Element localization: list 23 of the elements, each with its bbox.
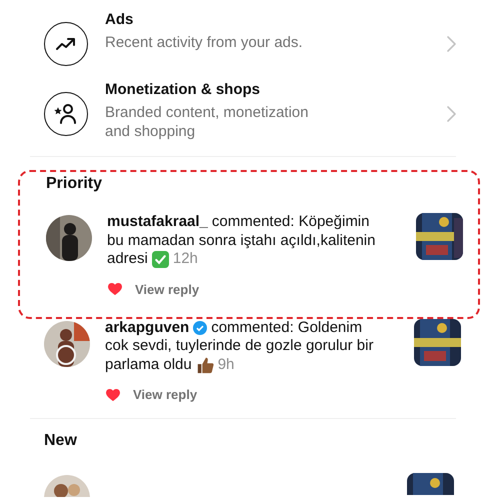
comment-text: cok sevdi, tuylerinde de gozle gorulur bir — [105, 337, 374, 356]
heart-icon[interactable] — [106, 388, 120, 400]
comment-text: commented: Köpeğimin — [212, 213, 370, 232]
person-star-icon — [53, 102, 79, 126]
menu-subtitle: Recent activity from your ads. — [105, 33, 304, 52]
menu-subtitle: Branded content, monetization and shopping — [105, 103, 310, 141]
view-reply-link[interactable]: View reply — [135, 282, 200, 296]
section-heading: New — [44, 431, 78, 451]
comment-text: adresi — [107, 250, 148, 268]
username[interactable]: arkapguven — [105, 318, 190, 337]
heart-icon[interactable] — [108, 283, 122, 295]
comment-text: parlama oldu — [105, 356, 192, 374]
view-reply-link[interactable]: View reply — [133, 387, 198, 402]
check-mark-icon — [152, 250, 169, 268]
comment-text: commented: Goldenim — [211, 318, 362, 337]
section-heading: Priority — [46, 174, 104, 194]
timestamp: 9h — [218, 356, 234, 374]
timestamp: 12h — [172, 250, 198, 268]
comment-text: bu mamadan sonra iştahı açıldı,kalitenin — [107, 232, 376, 250]
username[interactable]: mustafakraal_ — [107, 213, 208, 232]
menu-title: Ads — [105, 10, 134, 30]
menu-title: Monetization & shops — [105, 80, 261, 100]
thumbs-up-icon — [196, 356, 214, 374]
